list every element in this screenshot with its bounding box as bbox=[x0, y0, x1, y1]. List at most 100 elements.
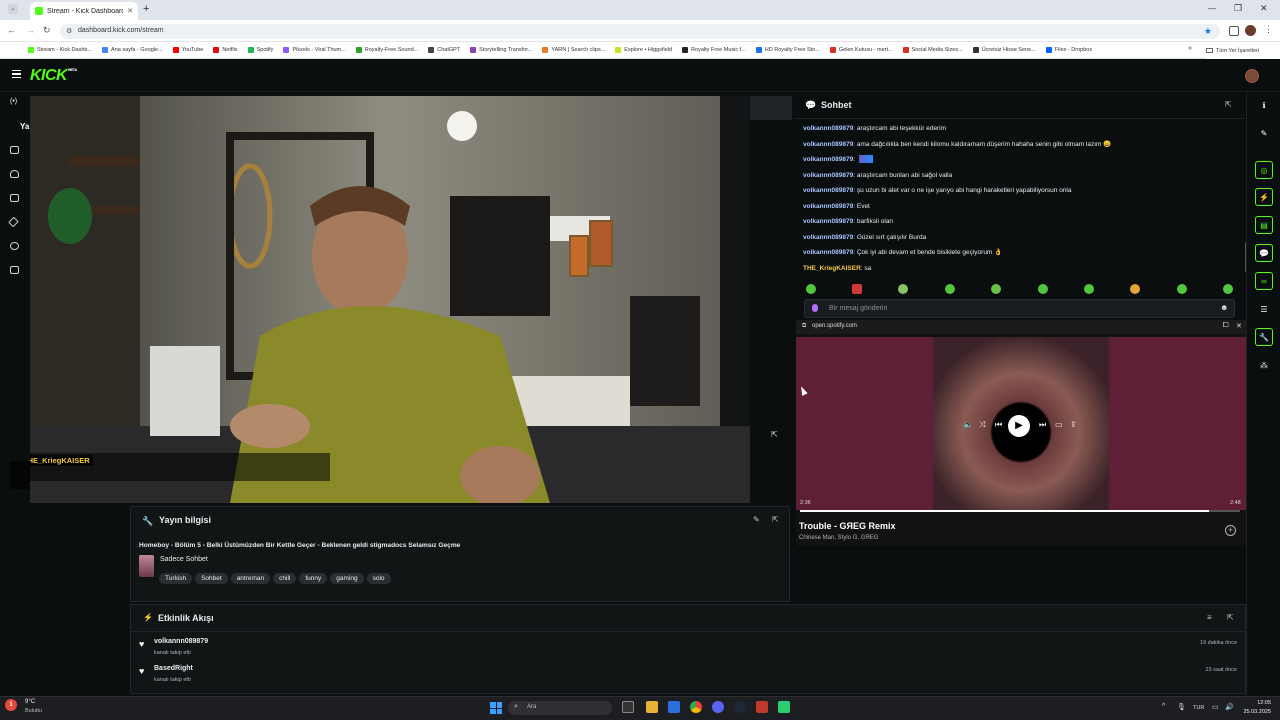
play-button[interactable]: ▶ bbox=[1008, 415, 1030, 437]
windows-start-icon[interactable] bbox=[490, 702, 502, 714]
task-view-icon[interactable] bbox=[622, 701, 634, 713]
tray-mic-icon[interactable]: 🎙 bbox=[1177, 703, 1186, 711]
track-artists[interactable]: Chinese Man, Stylo G, GЯEG bbox=[799, 535, 878, 541]
sidebar-trophy-icon[interactable] bbox=[10, 170, 19, 178]
progress-bar[interactable] bbox=[800, 510, 1240, 512]
maximize-button[interactable]: ❐ bbox=[1234, 3, 1242, 14]
edit-pencil-icon[interactable]: ✎ bbox=[753, 515, 760, 524]
bookmark-item[interactable]: ChatGPT bbox=[428, 47, 460, 53]
chat-username[interactable]: volkannn089879 bbox=[803, 187, 853, 194]
bookmark-item[interactable]: YARN | Search clips... bbox=[542, 47, 605, 53]
chat-username[interactable]: volkannn089879 bbox=[803, 156, 853, 163]
taskbar-search[interactable]: ⌕ Ara bbox=[508, 701, 612, 715]
activity-user[interactable]: BasedRight bbox=[154, 665, 193, 672]
bookmark-item[interactable]: Gelen Kutusu - mert... bbox=[829, 47, 893, 53]
file-explorer-icon[interactable] bbox=[646, 701, 658, 713]
lyrics-icon[interactable]: ▭ bbox=[1055, 420, 1063, 429]
widget-chat-icon[interactable]: 💬 bbox=[1255, 244, 1273, 262]
emote-icon[interactable] bbox=[898, 284, 908, 294]
bookmark-item[interactable]: Pikzels - Viral Thum... bbox=[283, 47, 346, 53]
tag[interactable]: Sohbet bbox=[195, 573, 228, 584]
live-broadcast-icon[interactable]: (•) bbox=[10, 98, 17, 105]
chat-username[interactable]: THE_KriegKAISER bbox=[803, 265, 861, 272]
sidebar-analytics-icon[interactable] bbox=[10, 266, 19, 274]
emote-icon[interactable] bbox=[852, 284, 862, 294]
forward-icon[interactable]: → bbox=[26, 25, 35, 35]
chat-popout-icon[interactable]: ⇱ bbox=[1225, 100, 1232, 109]
browser-menu-icon[interactable]: ⋮ bbox=[1264, 24, 1273, 35]
back-icon[interactable]: ← bbox=[7, 25, 16, 35]
app-icon[interactable] bbox=[756, 701, 768, 713]
widget-apps-icon[interactable]: ⁂ bbox=[1255, 356, 1273, 374]
chat-username[interactable]: volkannn089879 bbox=[803, 234, 853, 241]
emote-icon[interactable] bbox=[1223, 284, 1233, 294]
bookmark-item[interactable]: Storytelling Transfor... bbox=[470, 47, 532, 53]
tray-overflow-icon[interactable]: ^ bbox=[1162, 703, 1165, 710]
chat-username[interactable]: volkannn089879 bbox=[803, 218, 853, 225]
volume-icon[interactable]: 🔈 bbox=[963, 420, 973, 429]
bookmark-item[interactable]: Netflix bbox=[213, 47, 238, 53]
widget-link-icon[interactable]: ∞ bbox=[1255, 272, 1273, 290]
sidebar-library-icon[interactable] bbox=[10, 194, 19, 202]
reload-icon[interactable]: ↻ bbox=[43, 25, 51, 36]
clock-time[interactable]: 12:05 bbox=[1241, 700, 1271, 706]
emote-icon[interactable] bbox=[991, 284, 1001, 294]
weather-badge[interactable]: 1 bbox=[5, 699, 17, 711]
kick-logo[interactable]: KICKBETA bbox=[30, 67, 77, 85]
microphone-icon[interactable] bbox=[812, 304, 818, 312]
edit-icon[interactable]: ✎ bbox=[1255, 124, 1273, 142]
bookmark-item[interactable]: Ana sayfa - Google... bbox=[102, 47, 163, 53]
network-icon[interactable]: ▭ bbox=[1212, 703, 1219, 711]
emote-icon[interactable] bbox=[806, 284, 816, 294]
extensions-icon[interactable] bbox=[1229, 26, 1239, 36]
widget-list-icon[interactable]: ☰ bbox=[1255, 300, 1273, 318]
tag[interactable]: solo bbox=[366, 573, 391, 584]
activity-popout-icon[interactable]: ⇱ bbox=[1227, 613, 1234, 622]
bookmark-item[interactable]: Files - Dropbox bbox=[1045, 47, 1092, 53]
back-to-tab-icon[interactable]: ⧠ bbox=[1223, 322, 1229, 330]
volume-tray-icon[interactable]: 🔊 bbox=[1225, 703, 1234, 711]
bookmark-item[interactable]: Royalty-Free Sound... bbox=[355, 47, 418, 53]
user-avatar[interactable] bbox=[1245, 69, 1259, 83]
tag[interactable]: gaming bbox=[330, 573, 364, 584]
sidebar-community-icon[interactable] bbox=[10, 242, 19, 250]
info-popout-icon[interactable]: ⇱ bbox=[772, 515, 779, 524]
shuffle-icon[interactable]: ⤨ bbox=[979, 420, 985, 430]
widget-clipboard-icon[interactable]: ▤ bbox=[1255, 216, 1273, 234]
chat-username[interactable]: volkannn089879 bbox=[803, 141, 853, 148]
close-window-button[interactable]: ✕ bbox=[1260, 3, 1268, 14]
next-icon[interactable]: ⏭ bbox=[1039, 420, 1046, 430]
bookmark-item[interactable]: Royalty Free Music f... bbox=[682, 47, 746, 53]
track-title[interactable]: Trouble - GЯEG Remix bbox=[799, 521, 896, 531]
browser-tab-active[interactable]: Stream - Kick Dashboard ✕ bbox=[30, 2, 138, 20]
weather-temp[interactable]: 9°C bbox=[25, 699, 35, 705]
chat-username[interactable]: volkannn089879 bbox=[803, 125, 853, 132]
app-icon[interactable] bbox=[712, 701, 724, 713]
chat-username[interactable]: volkannn089879 bbox=[803, 203, 853, 210]
info-icon[interactable]: ℹ bbox=[1255, 96, 1273, 114]
miniplayer-close-icon[interactable]: ✕ bbox=[1236, 322, 1242, 330]
tag[interactable]: antreman bbox=[230, 573, 271, 584]
chat-input[interactable]: Bir mesaj gönderin ☻ bbox=[804, 299, 1235, 318]
bookmark-star-icon[interactable]: ★ bbox=[1204, 26, 1212, 37]
sidebar-dashboard-icon[interactable] bbox=[10, 146, 19, 154]
tab-search-icon[interactable]: ⌄ bbox=[8, 4, 18, 14]
all-bookmarks-button[interactable]: Tüm Yer İşaretleri bbox=[1206, 42, 1280, 59]
emote-icon[interactable] bbox=[945, 284, 955, 294]
chat-username[interactable]: volkannn089879 bbox=[803, 172, 853, 179]
bookmark-item[interactable]: YouTube bbox=[172, 47, 203, 53]
bookmark-item[interactable]: Social Media Sizes... bbox=[902, 47, 963, 53]
stream-preview-video[interactable]: THE_KriegKAISER sa bbox=[30, 96, 750, 503]
chrome-icon[interactable] bbox=[690, 701, 702, 713]
steam-icon[interactable] bbox=[734, 701, 746, 713]
previous-icon[interactable]: ⏮ bbox=[995, 420, 1002, 430]
share-icon[interactable]: ⇪ bbox=[1070, 420, 1077, 429]
emote-icon[interactable] bbox=[1084, 284, 1094, 294]
app-icon[interactable] bbox=[668, 701, 680, 713]
widget-wrench-icon[interactable]: 🔧 bbox=[1255, 328, 1273, 346]
hamburger-menu-icon[interactable] bbox=[12, 70, 21, 78]
bookmarks-overflow-icon[interactable]: » bbox=[1188, 45, 1192, 52]
profile-avatar[interactable] bbox=[1245, 25, 1256, 36]
bookmark-item[interactable]: Stream - Kick Dashb... bbox=[28, 47, 92, 53]
widget-lightning-icon[interactable]: ⚡ bbox=[1255, 188, 1273, 206]
